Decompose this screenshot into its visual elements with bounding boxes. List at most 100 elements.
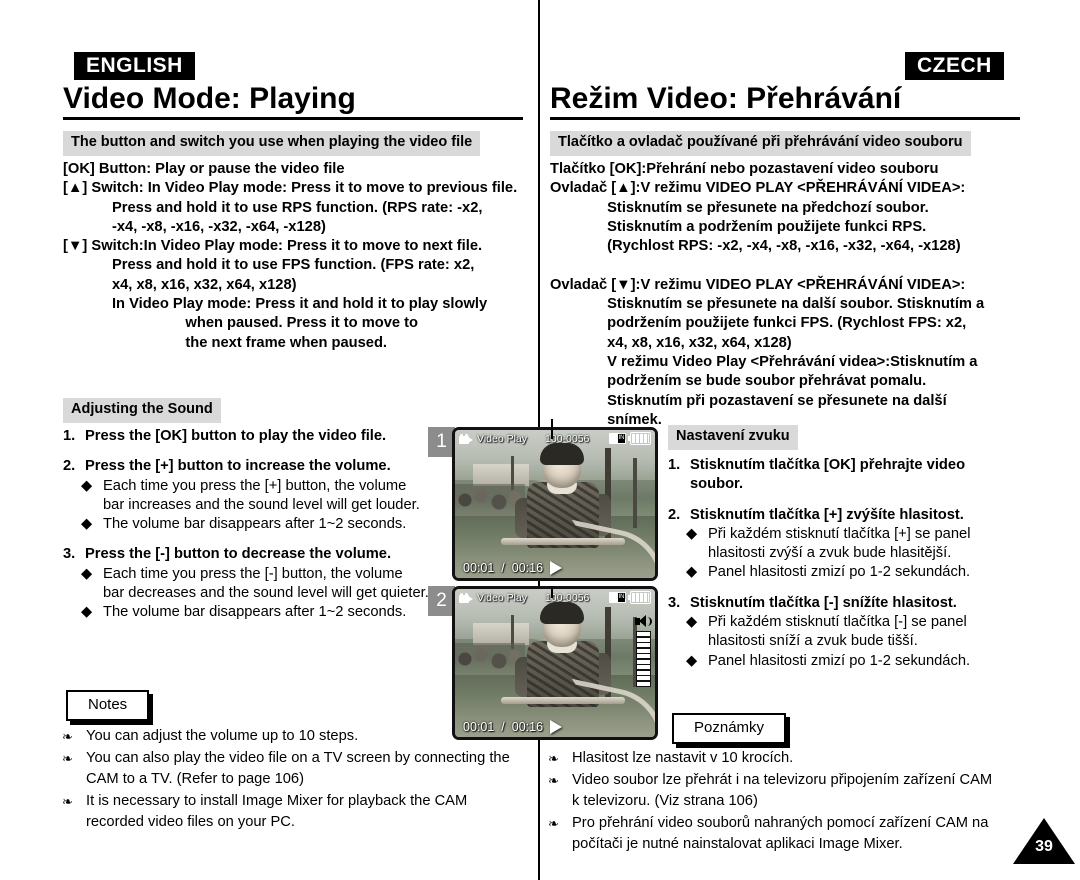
diamond-bullet-icon: ◆: [686, 564, 698, 581]
diamond-bullet-icon: ◆: [686, 652, 698, 669]
step-row: 2. Stisknutím tlačítka [+] zvýšíte hlasit…: [668, 506, 1018, 525]
language-badge-english: ENGLISH: [74, 52, 195, 80]
step-bullet-row: ◆ The volume bar disappears after 1~2 sec…: [63, 603, 463, 622]
battery-icon: [628, 432, 651, 445]
memory-card-icon: IN: [609, 592, 626, 603]
step-number: 3.: [668, 594, 681, 611]
play-icon: [550, 720, 563, 734]
battery-icon: [628, 591, 651, 604]
note-row: ❧ Pro přehrání video souborů nahraných po…: [548, 813, 1028, 856]
step-bullet-text: Panel hlasitosti zmizí po 1-2 sekundách.: [708, 652, 971, 669]
time-separator-2: /: [501, 720, 505, 734]
step-spacer: [63, 446, 463, 457]
time-current-2: 00:01: [463, 720, 495, 734]
title-rule-english: [63, 117, 523, 120]
volume-segment: [636, 654, 650, 658]
step-text: Press the [OK] button to play the video …: [85, 428, 387, 444]
step-chip-2: 2: [428, 586, 455, 616]
section-heading-english-buttons: The button and switch you use when playi…: [63, 131, 481, 156]
page-number-badge: 39: [1013, 818, 1075, 864]
video-camera-icon: [459, 433, 473, 444]
volume-segment: [636, 637, 650, 642]
step-row: 1. Press the [OK] button to play the vide…: [63, 427, 463, 446]
lcd-osd-top-2: Video Play 100-0056 IN: [455, 589, 655, 606]
section-heading-english-sound: Adjusting the Sound: [63, 398, 221, 423]
note-row: ❧ Video soubor lze přehrát i na televizor…: [548, 770, 1028, 813]
photo-scene-2: [455, 589, 655, 737]
step-bullet-row: ◆ Each time you press the [-] button, the…: [63, 565, 463, 604]
diamond-bullet-icon: ◆: [81, 565, 93, 582]
step-bullet-text: Each time you press the [-] button, the …: [103, 565, 429, 602]
step-bullet-row: ◆ Při každém stisknutí tlačítka [-] se pa…: [668, 613, 1018, 652]
lcd-osd-bottom-2: 00:01 / 00:16: [455, 720, 655, 734]
step-row: 1. Stisknutím tlačítka [OK] přehrajte vid…: [668, 456, 1018, 495]
volume-bar: [635, 631, 651, 687]
step-bullet-text: Při každém stisknutí tlačítka [+] se pan…: [708, 525, 971, 562]
note-row: ❧ It is necessary to install Image Mixer …: [62, 791, 532, 834]
play-icon: [550, 561, 563, 575]
memory-label-1: IN: [618, 434, 625, 443]
photo-pole: [633, 458, 637, 528]
note-text: You can also play the video file on a TV…: [86, 749, 510, 788]
leader-tick-bottom: [551, 586, 553, 598]
note-row: ❧ You can also play the video file on a T…: [62, 748, 532, 791]
note-row: ❧ Hlasitost lze nastavit v 10 krocích.: [548, 748, 1028, 770]
time-current-1: 00:01: [463, 561, 495, 575]
step-chip-1: 1: [428, 427, 455, 457]
clover-bullet-icon: ❧: [62, 793, 73, 809]
diamond-bullet-icon: ◆: [686, 525, 698, 542]
leader-tick-top: [551, 419, 553, 427]
step-bullet-text: Each time you press the [+] button, the …: [103, 477, 420, 513]
clover-bullet-icon: ❧: [548, 815, 559, 831]
step-bullet-row: ◆ Each time you press the [+] button, the…: [63, 477, 463, 516]
volume-indicator: [635, 615, 652, 687]
photo-building: [473, 464, 529, 486]
step-spacer: [668, 495, 1018, 506]
section-heading-czech-buttons: Tlačítko a ovladač používané při přehráv…: [550, 131, 971, 156]
notes-label-english: Notes: [66, 690, 150, 721]
spec-text-czech: Tlačítko [OK]:Přehrání nebo pozastavení …: [550, 161, 985, 428]
page-number-text: 39: [1035, 838, 1053, 855]
page-title-english: Video Mode: Playing: [63, 82, 356, 115]
steps-list-czech: 1. Stisknutím tlačítka [OK] přehrajte vid…: [668, 456, 1018, 671]
photo-scene-1: [455, 430, 655, 578]
step-row: 3. Press the [-] button to decrease the v…: [63, 545, 463, 564]
step-spacer: [668, 583, 1018, 594]
step-number: 1.: [63, 428, 76, 444]
note-text: It is necessary to install Image Mixer f…: [86, 792, 468, 831]
volume-segment: [636, 676, 650, 680]
step-bullet-text: Při každém stisknutí tlačítka [-] se pan…: [708, 614, 967, 650]
manual-page: ENGLISH Video Mode: Playing The button a…: [0, 0, 1080, 880]
volume-segment: [636, 632, 650, 636]
step-row: 3. Stisknutím tlačítka [-] snížíte hlasit…: [668, 594, 1018, 613]
lcd-osd-top-1: Video Play 100-0056 IN: [455, 430, 655, 447]
diamond-bullet-icon: ◆: [81, 604, 93, 621]
photo-building: [473, 623, 529, 645]
steps-list-english: 1. Press the [OK] button to play the vide…: [63, 427, 463, 623]
language-badge-czech: CZECH: [905, 52, 1004, 80]
step-bullet-text: The volume bar disappears after 1~2 seco…: [103, 516, 407, 533]
step-bullet-text: The volume bar disappears after 1~2 seco…: [103, 604, 407, 621]
memory-card-icon: IN: [609, 433, 626, 444]
osd-mode-label-1: Video Play: [477, 432, 528, 445]
speaker-icon: [635, 615, 652, 628]
page-title-czech: Režim Video: Přehrávání: [550, 82, 902, 115]
clover-bullet-icon: ❧: [62, 750, 73, 766]
video-camera-icon: [459, 592, 473, 603]
step-number: 2.: [668, 506, 681, 523]
time-separator-1: /: [501, 561, 505, 575]
lcd-screen-1: Video Play 100-0056 IN 00:01 / 00:16: [452, 427, 658, 581]
lcd-screen-2: Video Play 100-0056 IN 00:01 / 00:16: [452, 586, 658, 740]
step-bullet-row: ◆ Panel hlasitosti zmizí po 1-2 sekundách…: [668, 563, 1018, 582]
notes-list-english: ❧ You can adjust the volume up to 10 step…: [62, 726, 532, 834]
diamond-bullet-icon: ◆: [81, 516, 93, 533]
note-text: Video soubor lze přehrát i na televizoru…: [572, 771, 993, 810]
volume-segment: [636, 648, 650, 653]
clover-bullet-icon: ❧: [62, 729, 73, 744]
time-total-2: 00:16: [511, 720, 544, 734]
volume-segment: [636, 659, 650, 664]
step-text: Press the [+] button to increase the vol…: [85, 458, 391, 475]
notes-list-czech: ❧ Hlasitost lze nastavit v 10 krocích. ❧ Vi…: [548, 748, 1028, 856]
spec-text-english: [OK] Button: Play or pause the video fil…: [63, 161, 518, 351]
diamond-bullet-icon: ◆: [81, 477, 93, 494]
